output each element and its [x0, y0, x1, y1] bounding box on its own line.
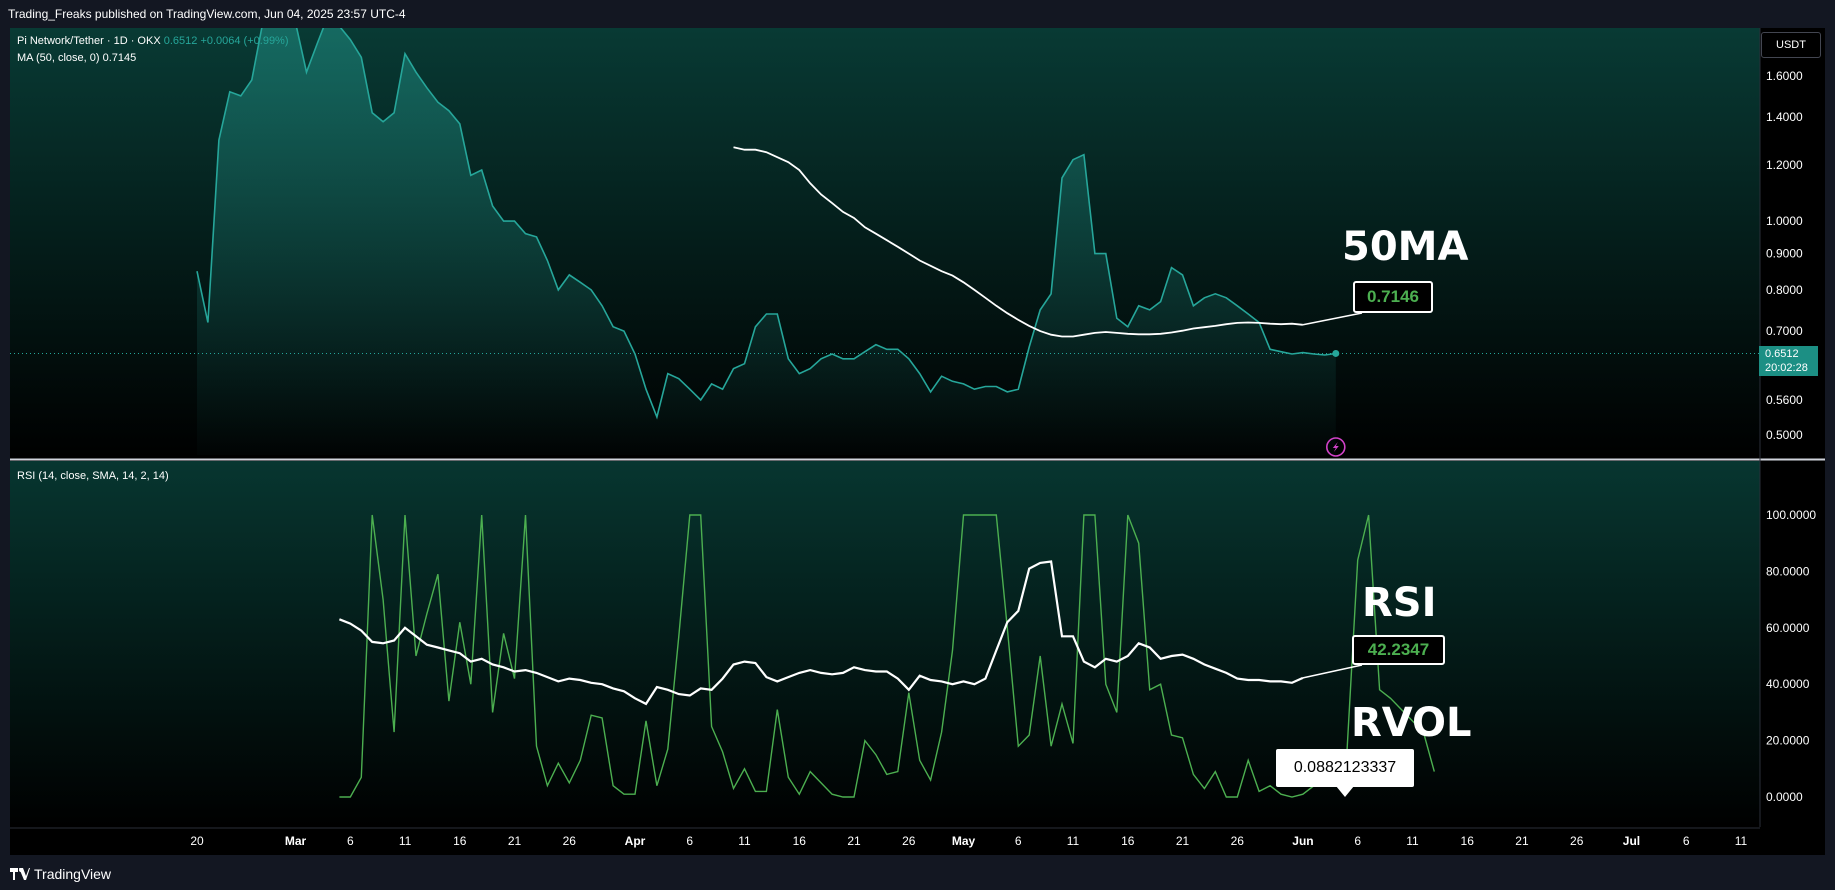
rsi-annotation-title: RSI: [1362, 580, 1437, 626]
rsi-axis-label: 80.0000: [1766, 564, 1810, 578]
legend-price: 0.6512: [163, 35, 198, 47]
time-axis-label: 6: [1015, 834, 1022, 848]
time-axis-label: 26: [1231, 834, 1245, 848]
time-axis-label: 21: [1176, 834, 1190, 848]
time-axis-label: 16: [1121, 834, 1135, 848]
time-axis-label: 11: [738, 834, 751, 848]
time-axis-label: 21: [508, 834, 522, 848]
time-axis-label: 6: [686, 834, 693, 848]
rsi-axis-label: 100.0000: [1766, 508, 1816, 522]
tradingview-logo-icon: [10, 868, 30, 880]
time-axis-label: 6: [1354, 834, 1361, 848]
last-price-value: 0.6512: [1765, 348, 1799, 360]
currency-button[interactable]: USDT: [1761, 32, 1821, 58]
time-axis-label: 26: [563, 834, 577, 848]
legend-change: +0.0064 (+0.99%): [200, 35, 289, 47]
rsi-axis-label: 0.0000: [1766, 790, 1803, 804]
price-axis-label: 0.7000: [1766, 324, 1803, 338]
time-axis-label: 16: [793, 834, 807, 848]
time-axis-label: Jul: [1623, 834, 1640, 848]
price-axis-label: 1.4000: [1766, 110, 1803, 124]
time-axis-label: 11: [1067, 834, 1080, 848]
time-axis-label: 21: [1515, 834, 1529, 848]
last-price-tag: 0.6512 20:02:28: [1759, 346, 1818, 376]
symbol-label: Pi Network/Tether · 1D · OKX: [17, 35, 161, 47]
main-legend: Pi Network/Tether · 1D · OKX 0.6512 +0.0…: [17, 35, 289, 47]
price-axis-label: 0.5600: [1766, 393, 1803, 407]
time-axis-label: Mar: [285, 834, 307, 848]
rvol-annotation-title: RVOL: [1351, 700, 1472, 746]
time-axis-label: 11: [1735, 834, 1748, 848]
rsi-axis-label: 40.0000: [1766, 677, 1810, 691]
time-axis-label: 6: [347, 834, 354, 848]
rsi-axis-label: 20.0000: [1766, 734, 1810, 748]
rsi-axis-label: 60.0000: [1766, 621, 1810, 635]
rvol-value-callout: 0.0882123337: [1276, 749, 1414, 787]
price-axis-label: 1.2000: [1766, 158, 1803, 172]
time-axis-label: 16: [1461, 834, 1475, 848]
price-axis-label: 1.6000: [1766, 69, 1803, 83]
chart-canvas[interactable]: 1.6000 1.4000 1.2000 1.0000 0.9000 0.8000 0.70…: [0, 0, 1835, 890]
ma-annotation-title: 50MA: [1342, 224, 1469, 270]
time-axis-label: 11: [399, 834, 412, 848]
time-axis-label: 26: [1570, 834, 1584, 848]
price-axis-label: 1.0000: [1766, 214, 1803, 228]
ma-legend-label: MA (50, close, 0): [17, 52, 100, 64]
footer-bar: [0, 855, 1835, 890]
time-axis-label: May: [952, 834, 976, 848]
brand-name: TradingView: [34, 866, 112, 882]
price-axis-label: 0.9000: [1766, 247, 1803, 261]
tradingview-logo[interactable]: TradingView: [10, 866, 111, 882]
ma-legend-value: 0.7145: [102, 52, 137, 64]
time-axis-label: 21: [847, 834, 861, 848]
rsi-value-callout: 42.2347: [1352, 635, 1445, 665]
price-axis-label: 0.8000: [1766, 283, 1803, 297]
bar-countdown: 20:02:28: [1765, 362, 1808, 374]
last-price-dot: [1332, 349, 1340, 357]
rsi-legend: RSI (14, close, SMA, 14, 2, 14): [17, 470, 169, 482]
time-axis-label: 16: [453, 834, 467, 848]
time-axis-label: 26: [902, 834, 916, 848]
time-axis-label: 6: [1683, 834, 1690, 848]
time-axis-label: 20: [190, 834, 204, 848]
price-axis-label: 0.5000: [1766, 428, 1803, 442]
ma-legend: MA (50, close, 0) 0.7145: [17, 52, 136, 64]
time-axis-label: Jun: [1292, 834, 1313, 848]
time-axis-label: 11: [1406, 834, 1419, 848]
time-axis-label: Apr: [625, 834, 646, 848]
ma-value-callout: 0.7146: [1353, 281, 1433, 313]
